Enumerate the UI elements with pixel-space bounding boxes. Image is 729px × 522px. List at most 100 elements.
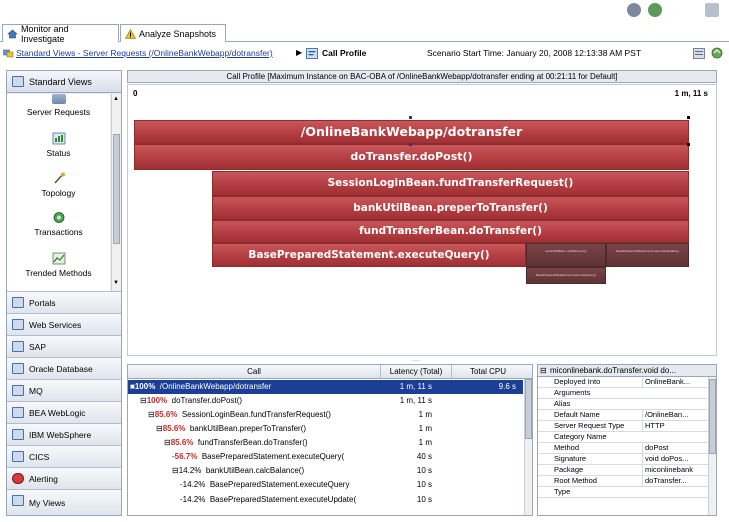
table-row[interactable]: ⊟85.6% fundTransferBean.doTransfer() 1 m bbox=[128, 436, 523, 450]
table-row[interactable]: -14.2% BasePreparedStatement.executeUpda… bbox=[128, 493, 523, 507]
top-toolbar bbox=[0, 0, 729, 22]
call-name: bankUtilBean.preperToTransfer() bbox=[189, 424, 307, 433]
collapse-icon[interactable]: ⊟ bbox=[164, 438, 171, 447]
mq-icon bbox=[12, 385, 24, 396]
call-bar-preper-to-transfer[interactable]: bankUtilBean.preperToTransfer() bbox=[212, 196, 689, 220]
selection-handle[interactable] bbox=[409, 116, 412, 119]
property-key: Default Name bbox=[554, 410, 600, 419]
web-services-icon bbox=[12, 319, 24, 330]
property-key: Signature bbox=[554, 454, 587, 463]
collapse-icon[interactable]: ⊟ bbox=[540, 365, 547, 376]
scroll-down-icon[interactable]: ▼ bbox=[113, 280, 119, 286]
nav-section-bea-weblogic[interactable]: BEA WebLogic bbox=[7, 401, 121, 423]
property-row[interactable]: Default Name/OnlineBan... bbox=[538, 410, 708, 421]
call-bar-fund-transfer-request[interactable]: SessionLoginBean.fundTransferRequest() bbox=[212, 171, 689, 196]
table-row[interactable]: ⊟85.6% SessionLoginBean.fundTransferRequ… bbox=[128, 408, 523, 422]
collapse-icon[interactable]: ⊟ bbox=[156, 424, 163, 433]
refresh-icon[interactable] bbox=[627, 3, 641, 17]
collapse-icon[interactable]: ⊟ bbox=[172, 466, 179, 475]
table-row[interactable]: -14.2% BasePreparedStatement.executeQuer… bbox=[128, 478, 523, 492]
sidebar-item-server-requests[interactable]: Server Requests bbox=[7, 94, 110, 117]
property-row[interactable]: Server Request Type HTTP bbox=[538, 421, 708, 432]
nav-section-web-services[interactable]: Web Services bbox=[7, 313, 121, 335]
nav-section-alerting[interactable]: Alerting bbox=[7, 467, 121, 489]
collapse-icon[interactable]: ⊟ bbox=[148, 410, 155, 419]
scrollbar-thumb[interactable] bbox=[113, 134, 120, 244]
scroll-up-icon[interactable]: ▲ bbox=[113, 96, 119, 102]
my-views-icon bbox=[12, 495, 24, 506]
property-row[interactable]: Category Name bbox=[538, 432, 708, 443]
call-cell: -56.7% BasePreparedStatement.executeQuer… bbox=[172, 452, 345, 461]
property-row[interactable]: Alias bbox=[538, 399, 708, 410]
properties-panel: ⊟ miconlinebank.doTransfer.void do... De… bbox=[537, 364, 717, 516]
table-row[interactable]: ■100% /OnlineBankWebapp/dotransfer 1 m, … bbox=[128, 380, 523, 394]
property-key: Category Name bbox=[554, 432, 607, 441]
globe-icon[interactable] bbox=[648, 3, 662, 17]
nav-section-ibm-websphere[interactable]: IBM WebSphere bbox=[7, 423, 121, 445]
bea-weblogic-icon bbox=[12, 407, 24, 418]
call-bar-execute-update[interactable]: BasePreparedStatement.executeUpdate() bbox=[606, 243, 689, 267]
tab-analyze-snapshots[interactable]: Analyze Snapshots bbox=[120, 24, 226, 42]
table-row[interactable]: -56.7% BasePreparedStatement.executeQuer… bbox=[128, 450, 523, 464]
call-name: BasePreparedStatement.executeUpdate( bbox=[209, 495, 357, 504]
standard-views-header[interactable]: Standard Views bbox=[7, 71, 121, 93]
call-name: SessionLoginBean.fundTransferRequest() bbox=[181, 410, 331, 419]
property-row[interactable]: Type bbox=[538, 487, 708, 498]
scrollbar-thumb[interactable] bbox=[709, 379, 716, 454]
warning-icon bbox=[125, 28, 136, 39]
nav-section-mq[interactable]: MQ bbox=[7, 379, 121, 401]
properties-title: ⊟ miconlinebank.doTransfer.void do... bbox=[538, 365, 716, 377]
selection-handle[interactable] bbox=[687, 143, 690, 146]
selection-handle[interactable] bbox=[687, 116, 690, 119]
call-bar-dopost[interactable]: doTransfer.doPost() bbox=[134, 144, 689, 170]
nav-section-label: BEA WebLogic bbox=[29, 407, 86, 418]
nav-section-cics[interactable]: CICS bbox=[7, 445, 121, 467]
property-value: doTransfer... bbox=[642, 476, 706, 486]
column-header-latency[interactable]: Latency (Total) bbox=[381, 367, 451, 376]
splitter-handle[interactable]: ···· bbox=[412, 358, 426, 364]
table-row[interactable]: ⊟100% doTransfer.doPost() 1 m, 11 s bbox=[128, 394, 523, 408]
call-bar-execute-query-child[interactable]: BasePreparedStatement.executeQuery() bbox=[526, 267, 606, 284]
property-row[interactable]: Arguments bbox=[538, 388, 708, 399]
call-bar-calc-balance[interactable]: bankUtilBean.calcBalance() bbox=[526, 243, 606, 267]
sidebar-item-transactions[interactable]: Transactions bbox=[7, 211, 110, 237]
properties-scrollbar[interactable] bbox=[708, 377, 716, 515]
scrollbar-thumb[interactable] bbox=[525, 379, 532, 439]
property-row[interactable]: Method doPost bbox=[538, 443, 708, 454]
column-header-call[interactable]: Call bbox=[128, 367, 380, 376]
call-bar-execute-query[interactable]: BasePreparedStatement.executeQuery() bbox=[212, 243, 526, 267]
property-row[interactable]: Signature void doPos... bbox=[538, 454, 708, 465]
window-icon[interactable] bbox=[705, 3, 719, 17]
call-bar-dotransfer[interactable]: /OnlineBankWebapp/dotransfer bbox=[134, 120, 689, 144]
sap-icon bbox=[12, 341, 24, 352]
collapse-icon[interactable]: ⊟ bbox=[140, 396, 147, 405]
view-list-scrollbar[interactable]: ▲ ▼ bbox=[111, 94, 121, 291]
sidebar-item-status[interactable]: Status bbox=[7, 132, 110, 158]
nav-section-sap[interactable]: SAP bbox=[7, 335, 121, 357]
nav-section-portals[interactable]: Portals bbox=[7, 291, 121, 313]
breadcrumb-link[interactable]: Standard Views - Server Requests (/Onlin… bbox=[16, 48, 273, 58]
table-row[interactable]: ⊟14.2% bankUtilBean.calcBalance() 10 s bbox=[128, 464, 523, 478]
nav-section-oracle-database[interactable]: Oracle Database bbox=[7, 357, 121, 379]
property-row[interactable]: Root Method doTransfer... bbox=[538, 476, 708, 487]
nav-section-my-views[interactable]: My Views bbox=[7, 489, 121, 515]
views-icon bbox=[3, 49, 14, 58]
selection-handle[interactable] bbox=[409, 143, 412, 146]
export-icon[interactable] bbox=[711, 47, 723, 59]
calendar-icon[interactable] bbox=[693, 48, 705, 59]
breadcrumb-arrow-icon: ▶ bbox=[296, 48, 303, 57]
property-row[interactable]: Package miconlinebank bbox=[538, 465, 708, 476]
oracle-database-icon bbox=[12, 363, 24, 374]
call-bar-do-transfer[interactable]: fundTransferBean.doTransfer() bbox=[212, 220, 689, 243]
call-cell: -14.2% BasePreparedStatement.executeUpda… bbox=[180, 495, 357, 504]
portals-icon bbox=[12, 297, 24, 308]
percent-value: 85.6% bbox=[154, 410, 178, 419]
column-header-total-cpu[interactable]: Total CPU bbox=[452, 367, 524, 376]
table-row[interactable]: ⊟85.6% bankUtilBean.preperToTransfer() 1… bbox=[128, 422, 523, 436]
breadcrumb-current: Call Profile bbox=[322, 48, 367, 58]
sidebar-item-trended-methods[interactable]: Trended Methods bbox=[7, 252, 110, 278]
tab-monitor-investigate[interactable]: Monitor and Investigate bbox=[2, 24, 119, 44]
sidebar-item-topology[interactable]: Topology bbox=[7, 172, 110, 198]
property-row[interactable]: Deployed Into OnlineBank... bbox=[538, 377, 708, 388]
call-table-scrollbar[interactable] bbox=[524, 379, 532, 515]
